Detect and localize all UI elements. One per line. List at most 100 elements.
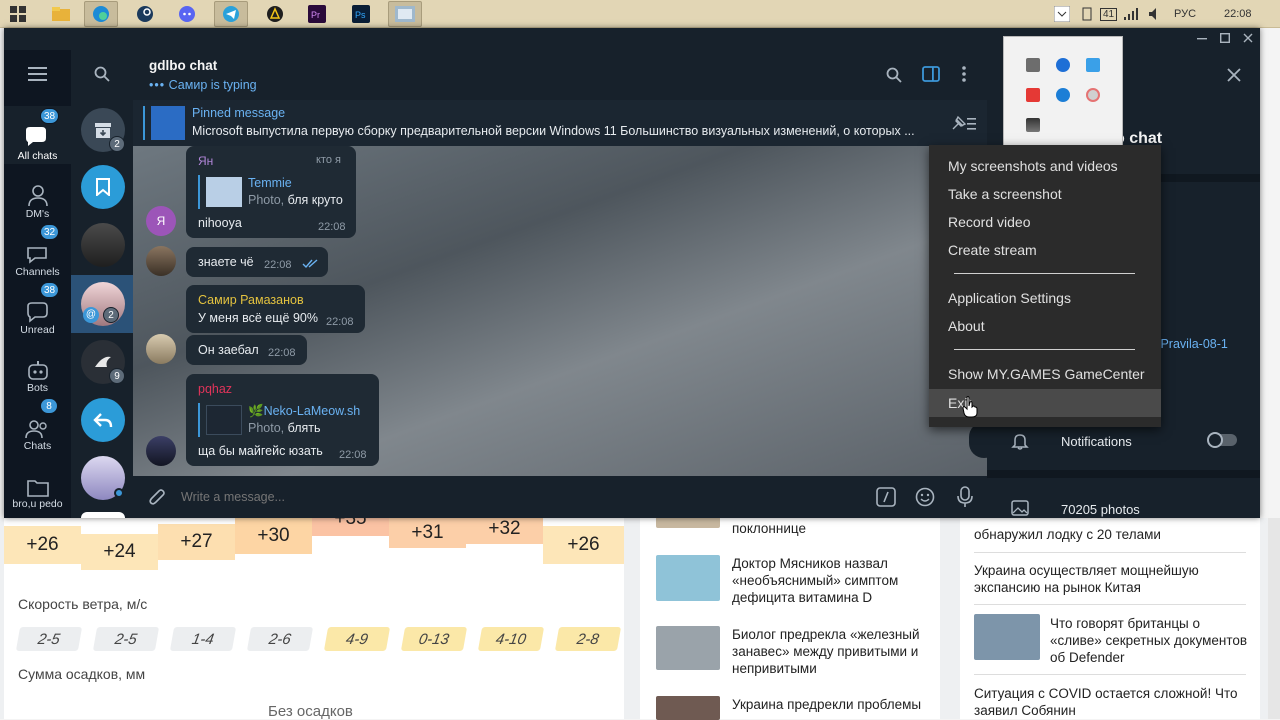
menu-item-my-screenshots[interactable]: My screenshots and videos: [929, 152, 1161, 180]
more-options-icon[interactable]: [962, 66, 966, 82]
chat-avatar[interactable]: [81, 398, 125, 442]
folder-label: DM's: [25, 208, 50, 220]
news-item[interactable]: Доктор Мясников назвал «необъяснимый» си…: [732, 555, 922, 606]
message-bubble[interactable]: pqhaz 🌿Neko-LaMeow.sh Photo, блять ща бы…: [186, 374, 379, 466]
hand-cursor-icon: [962, 396, 978, 418]
tray-app-icon[interactable]: [1026, 88, 1040, 102]
folder-unread[interactable]: 38 Unread: [4, 280, 71, 338]
menu-separator: [954, 349, 1135, 350]
chat-item-selected[interactable]: @ 2: [71, 275, 133, 333]
folder-all-chats[interactable]: 38 All chats: [4, 106, 71, 164]
message-input[interactable]: [181, 486, 801, 508]
search-icon[interactable]: [886, 67, 902, 83]
discord-icon[interactable]: [170, 1, 204, 27]
app-a-icon[interactable]: [258, 1, 292, 27]
message-bubble[interactable]: знаете чё 22:08: [186, 247, 328, 277]
snipping-tool-icon[interactable]: [388, 1, 422, 27]
microphone-icon[interactable]: [957, 486, 973, 508]
news-item[interactable]: Что говорят британцы о «сливе» секретных…: [1050, 615, 1250, 666]
folder-custom[interactable]: bro,u pedo: [4, 454, 71, 512]
battery-indicator[interactable]: 41: [1100, 4, 1118, 24]
bird-icon: [95, 356, 111, 367]
folder-label: bro,u pedo: [12, 498, 63, 510]
message-time: 22:08: [326, 316, 354, 328]
steam-icon[interactable]: [128, 1, 162, 27]
news-thumbnail[interactable]: [656, 696, 720, 720]
clock[interactable]: 22:08: [1224, 4, 1252, 24]
sidebar-toggle-icon[interactable]: [922, 66, 940, 82]
windows-start-icon[interactable]: [10, 6, 26, 22]
language-indicator[interactable]: РУС: [1174, 4, 1196, 24]
menu-item-take-screenshot[interactable]: Take a screenshot: [929, 180, 1161, 208]
menu-item-about[interactable]: About: [929, 312, 1161, 340]
news-thumbnail[interactable]: [974, 614, 1040, 660]
news-item[interactable]: Ситуация с COVID остается сложной! Что з…: [974, 685, 1254, 719]
photos-count[interactable]: 70205 photos: [1061, 502, 1140, 517]
message-bubble[interactable]: Он заебал 22:08: [186, 335, 307, 365]
bookmark-icon: [96, 178, 110, 196]
signal-icon[interactable]: [1124, 4, 1138, 24]
news-thumbnail[interactable]: [656, 555, 720, 601]
folder-dms[interactable]: DM's: [4, 164, 71, 222]
bluetooth-icon[interactable]: [1056, 58, 1070, 72]
tray-app-icon[interactable]: [1026, 58, 1040, 72]
folder-channels[interactable]: 32 Channels: [4, 222, 71, 280]
info-link[interactable]: /Pravila-08-1: [1157, 337, 1228, 351]
hamburger-menu-icon[interactable]: [28, 67, 47, 81]
pin-list-icon[interactable]: [951, 115, 977, 131]
news-item[interactable]: Украина предрекли проблемы: [732, 696, 922, 713]
message-bubble[interactable]: Самир Рамазанов У меня всё ещё 90% 22:08: [186, 285, 365, 333]
edge-icon[interactable]: [84, 1, 118, 27]
tray-app-icon[interactable]: [1086, 58, 1100, 72]
menu-item-create-stream[interactable]: Create stream: [929, 236, 1161, 264]
tray-app-icon[interactable]: [1056, 88, 1070, 102]
tray-overflow-button[interactable]: [1054, 4, 1070, 24]
folder-bots[interactable]: Bots: [4, 338, 71, 396]
news-thumbnail[interactable]: [656, 626, 720, 670]
telegram-icon[interactable]: [214, 1, 248, 27]
news-item[interactable]: Украина осуществляет мощнейшую экспансию…: [974, 562, 1254, 596]
chat-title[interactable]: gdlbo chat: [149, 58, 217, 73]
sender-avatar[interactable]: [146, 436, 176, 466]
menu-item-app-settings[interactable]: Application Settings: [929, 284, 1161, 312]
message-author: Самир Рамазанов: [198, 293, 304, 307]
menu-item-record-video[interactable]: Record video: [929, 208, 1161, 236]
search-icon[interactable]: [94, 66, 110, 82]
volume-icon[interactable]: [1148, 4, 1162, 24]
saved-messages-chat[interactable]: [81, 165, 125, 209]
network-icon[interactable]: [1080, 4, 1094, 24]
precip-label: Сумма осадков, мм: [18, 666, 146, 682]
attach-icon[interactable]: [149, 488, 167, 506]
close-window-button[interactable]: [1243, 33, 1253, 43]
minimize-button[interactable]: [1197, 33, 1207, 43]
folder-badge: 38: [40, 282, 60, 298]
file-explorer-icon[interactable]: [44, 1, 78, 27]
message-bubble[interactable]: Ян кто я Temmie Photo, бля круто nihooya…: [186, 146, 356, 238]
chat-avatar[interactable]: [81, 223, 125, 267]
sender-avatar[interactable]: Я: [146, 206, 176, 236]
chat-avatar[interactable]: 9: [81, 340, 125, 384]
temp-cell: +24: [81, 534, 158, 570]
pinned-message-bar[interactable]: Pinned message Microsoft выпустила перву…: [133, 100, 987, 146]
message-time: 22:08: [339, 449, 367, 461]
temp-cell: +27: [158, 524, 235, 560]
folder-chats[interactable]: 8 Chats: [4, 396, 71, 454]
menu-item-show-gamecenter[interactable]: Show MY.GAMES GameCenter: [929, 360, 1161, 388]
close-panel-icon[interactable]: [1227, 68, 1241, 82]
premiere-icon[interactable]: Pr: [300, 1, 334, 27]
bot-commands-icon[interactable]: [876, 487, 896, 507]
archive-chat[interactable]: 2: [81, 108, 125, 152]
maximize-button[interactable]: [1220, 33, 1230, 43]
news-item[interactable]: Биолог предрекла «железный занавес» межд…: [732, 626, 922, 677]
photoshop-icon[interactable]: Ps: [344, 1, 378, 27]
notifications-toggle[interactable]: [1207, 432, 1237, 448]
tray-app-icon[interactable]: [1026, 118, 1040, 132]
tray-app-icon[interactable]: [1086, 88, 1100, 102]
sender-avatar[interactable]: [146, 246, 176, 276]
news-item[interactable]: обнаружил лодку с 20 телами: [974, 526, 1254, 543]
emoji-icon[interactable]: [915, 487, 935, 507]
news-item[interactable]: поклоннице: [732, 520, 932, 537]
sender-avatar[interactable]: [146, 334, 176, 364]
chat-avatar[interactable]: [81, 456, 125, 500]
page-scrollbar[interactable]: [1268, 518, 1280, 719]
